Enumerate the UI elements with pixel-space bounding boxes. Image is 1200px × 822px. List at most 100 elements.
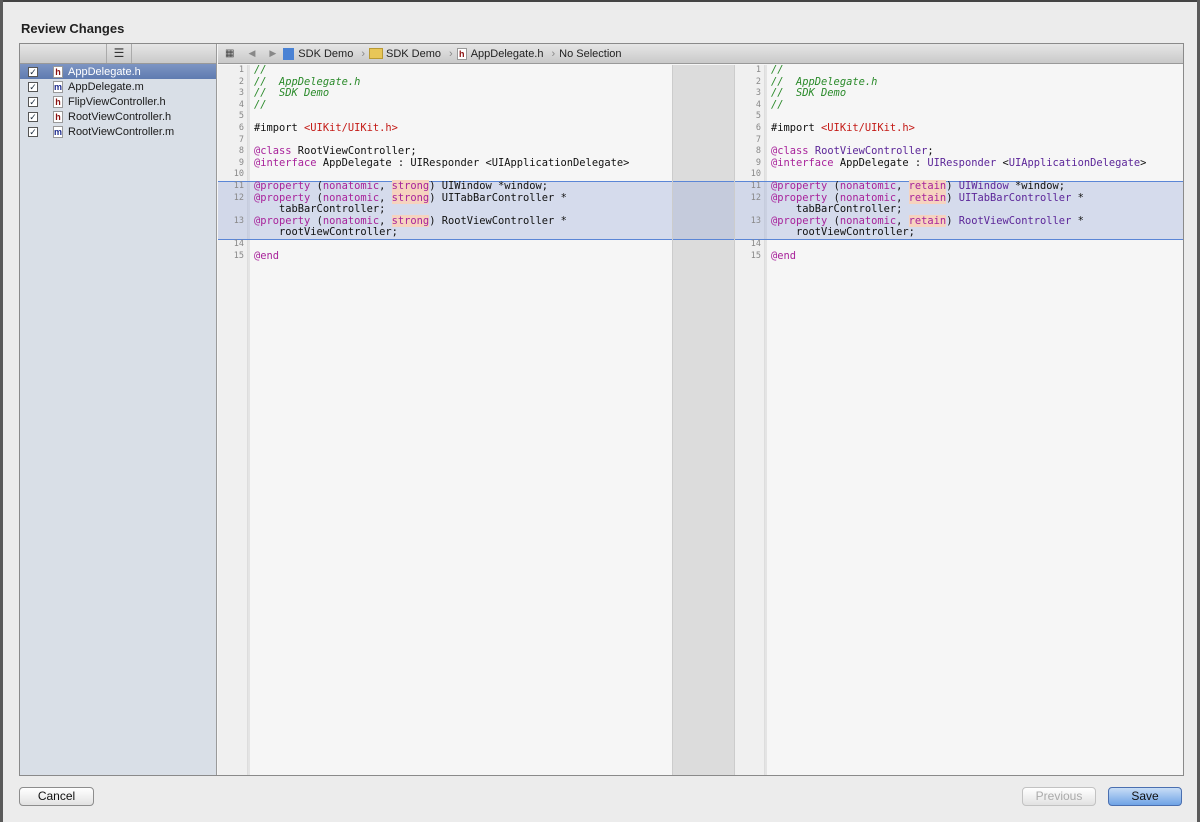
code-token: RootViewController; — [291, 145, 417, 158]
line-number: 12 — [233, 192, 244, 203]
line-number: 11 — [750, 180, 761, 191]
repository-version-pane[interactable]: 1 // 2 // AppDelegate.h 3 // SDK Demo 4 // 5 6 #im… — [735, 65, 1183, 775]
code-token: @property — [771, 191, 828, 204]
code-token: @end — [254, 249, 280, 262]
previous-button[interactable]: Previous — [1022, 787, 1096, 806]
header-file-icon: h — [53, 110, 63, 123]
code-token: AppDelegate : UIResponder <UIApplication… — [316, 156, 630, 169]
code-token: // SDK Demo — [254, 87, 330, 100]
folder-icon — [369, 48, 383, 59]
code-token: ) — [946, 179, 959, 192]
code-token: nonatomic — [839, 191, 897, 204]
file-list-item[interactable]: ✓ h AppDelegate.h — [20, 64, 216, 79]
line-number: 15 — [750, 250, 761, 261]
file-name: RootViewController.h — [68, 110, 172, 123]
line-number: 15 — [233, 250, 244, 261]
code-token: // — [771, 98, 784, 111]
file-name: AppDelegate.m — [68, 80, 144, 93]
code-token: @class — [771, 145, 809, 158]
code-token: ) RootViewController * — [429, 214, 567, 227]
breadcrumb-group[interactable]: SDK Demo — [369, 48, 441, 60]
include-checkbox[interactable]: ✓ — [28, 111, 38, 122]
diff-connector-gutter — [672, 65, 735, 775]
include-checkbox[interactable]: ✓ — [28, 81, 38, 92]
code-token: nonatomic — [322, 179, 380, 192]
local-version-pane[interactable]: 1 // 2 // AppDelegate.h 3 // SDK Demo 4 // 5 6 #im… — [218, 65, 672, 775]
line-number: 2 — [238, 76, 244, 87]
code-line: 6 #import <UIKit/UIKit.h> — [218, 121, 672, 135]
cancel-button[interactable]: Cancel — [19, 787, 94, 806]
line-number: 3 — [755, 88, 761, 99]
breadcrumb-file[interactable]: h AppDelegate.h — [456, 47, 543, 60]
code-token: // AppDelegate.h — [254, 75, 361, 88]
code-token: ) — [946, 191, 959, 204]
line-number: 8 — [755, 146, 761, 157]
code-token: @property — [254, 214, 311, 227]
line-number: 5 — [238, 111, 244, 122]
code-token: , — [379, 179, 392, 192]
file-list-item[interactable]: ✓ m AppDelegate.m — [20, 79, 216, 94]
review-panel: ☰ ✓ h AppDelegate.h ✓ m AppDelegate.m ✓ h FlipVi… — [19, 43, 1184, 776]
list-icon[interactable]: ☰ — [106, 44, 132, 63]
forward-arrow-icon[interactable]: ▶ — [269, 48, 276, 59]
code-token: , — [379, 191, 392, 204]
code-token: ( — [310, 214, 323, 227]
code-token: , — [379, 214, 392, 227]
review-changes-sheet: Review Changes ☰ ✓ h AppDelegate.h ✓ m AppDel… — [3, 0, 1197, 822]
file-list-item[interactable]: ✓ m RootViewController.m — [20, 124, 216, 139]
code-token: AppDelegate : — [833, 156, 928, 169]
code-line: 15 @end — [218, 249, 672, 263]
file-list-item[interactable]: ✓ h RootViewController.h — [20, 109, 216, 124]
code-token: @property — [254, 191, 311, 204]
include-checkbox[interactable]: ✓ — [28, 66, 38, 77]
code-token: tabBarController; — [771, 203, 903, 216]
line-number: 11 — [233, 180, 244, 191]
code-token: nonatomic — [322, 214, 380, 227]
breadcrumb-symbol[interactable]: No Selection — [559, 48, 621, 60]
line-number: 1 — [238, 65, 244, 75]
code-token: < — [996, 156, 1009, 169]
line-number: 6 — [238, 122, 244, 133]
line-number: 9 — [755, 157, 761, 168]
line-number: 5 — [755, 111, 761, 122]
code-token: UIResponder — [927, 156, 997, 169]
code-line: 14 — [218, 239, 672, 251]
line-number: 4 — [755, 99, 761, 110]
code-token: ; — [927, 145, 934, 158]
code-token: ( — [827, 191, 840, 204]
code-token: rootViewController; — [254, 226, 398, 239]
include-checkbox[interactable]: ✓ — [28, 96, 38, 107]
implementation-file-icon: m — [53, 125, 63, 138]
file-list-item[interactable]: ✓ h FlipViewController.h — [20, 94, 216, 109]
code-token: RootViewController — [958, 214, 1072, 227]
code-token: @interface — [771, 156, 834, 169]
include-checkbox[interactable]: ✓ — [28, 126, 38, 137]
code-token: ) UIWindow *window; — [429, 179, 549, 192]
code-token: ( — [827, 214, 840, 227]
code-token: > — [1140, 156, 1147, 169]
code-token: // — [771, 65, 784, 76]
save-button[interactable]: Save — [1108, 787, 1182, 806]
line-number: 7 — [238, 134, 244, 145]
code-line: 6 #import <UIKit/UIKit.h> — [735, 122, 1183, 135]
sheet-title: Review Changes — [21, 21, 125, 36]
jump-bar: ▦ ◀ ▶ SDK Demo › SDK Demo › h AppDelegate.h… — [218, 44, 1183, 64]
header-file-icon: h — [456, 47, 467, 60]
breadcrumb-project[interactable]: SDK Demo — [283, 47, 353, 60]
code-token: retain — [908, 214, 947, 227]
code-token: , — [896, 179, 909, 192]
line-number: 14 — [750, 238, 761, 249]
code-token: retain — [908, 179, 947, 192]
code-token: <UIKit/UIKit.h> — [304, 121, 398, 134]
back-arrow-icon[interactable]: ◀ — [248, 48, 255, 59]
code-token: // AppDelegate.h — [771, 75, 878, 88]
line-number: 10 — [750, 169, 761, 180]
code-token: , — [896, 191, 909, 204]
grid-icon[interactable]: ▦ — [225, 48, 234, 59]
code-token: RootViewController — [814, 145, 928, 158]
code-token: // — [254, 65, 267, 76]
code-token: @property — [254, 179, 311, 192]
code-token: nonatomic — [839, 214, 897, 227]
line-number: 13 — [233, 215, 244, 226]
code-token: @end — [771, 249, 797, 262]
